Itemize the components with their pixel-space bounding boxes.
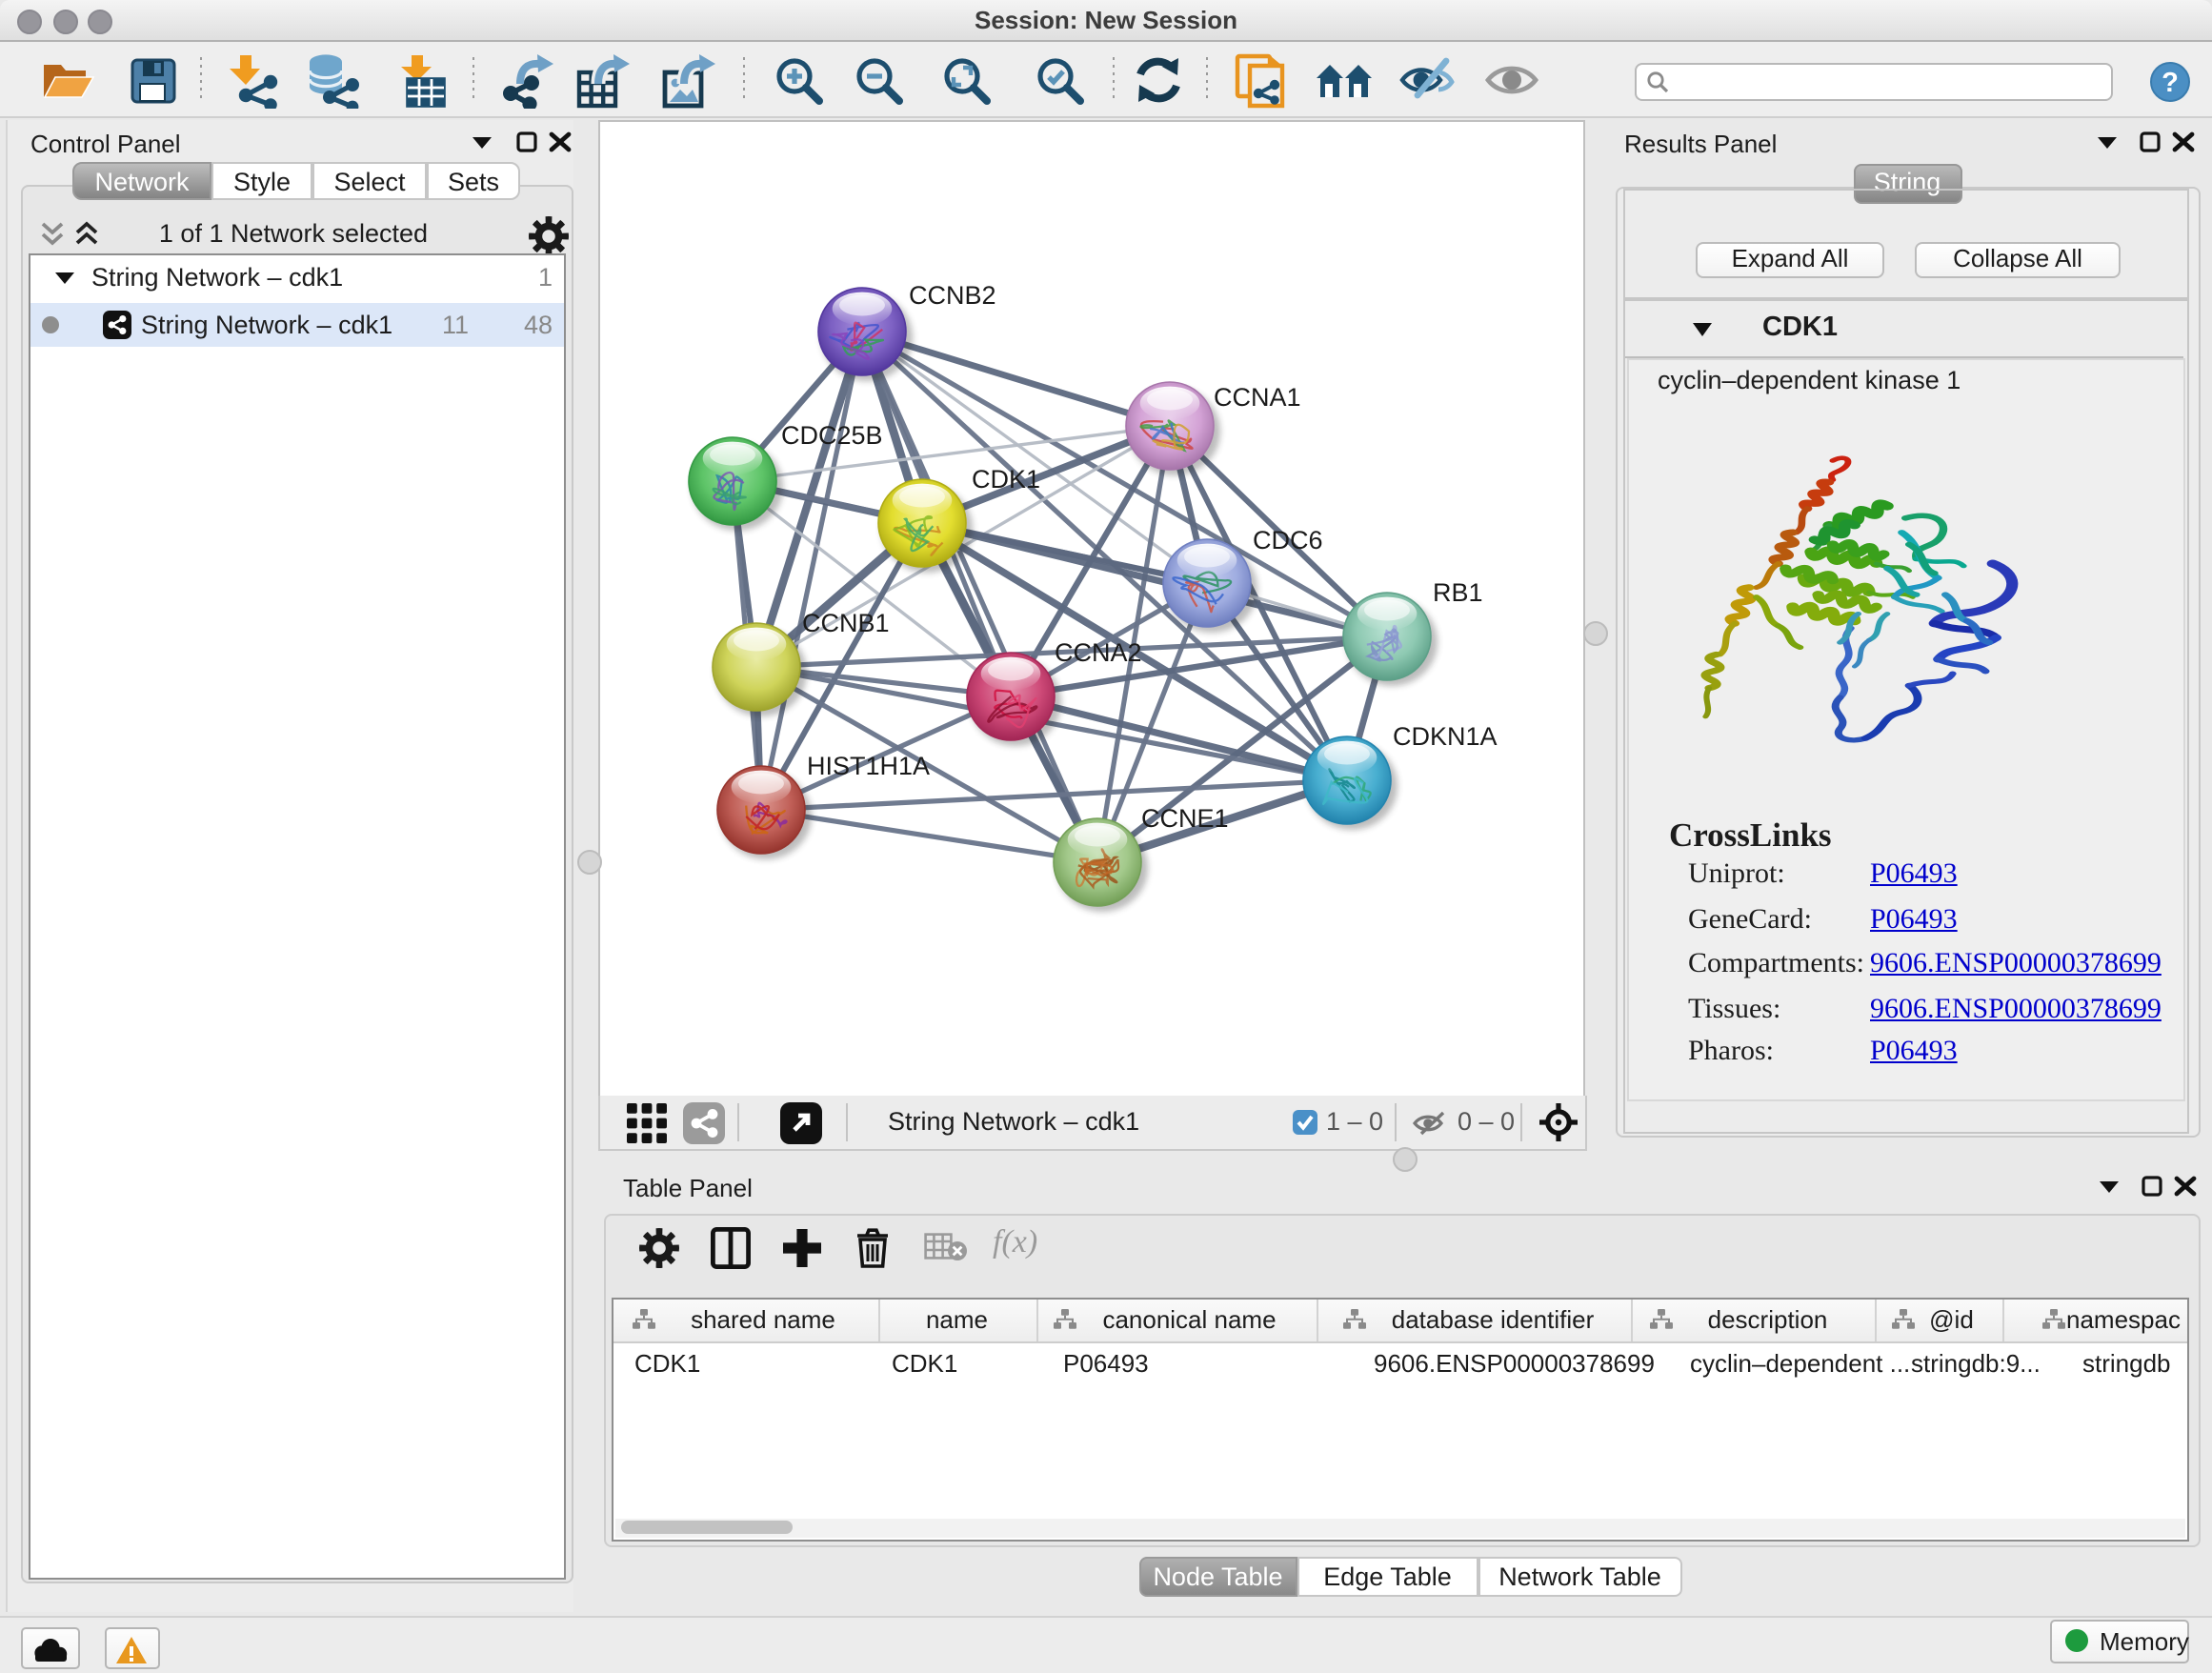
svg-text:CDKN1A: CDKN1A xyxy=(1393,722,1498,751)
svg-text:CDK1: CDK1 xyxy=(972,465,1040,494)
svg-text:?: ? xyxy=(2162,67,2179,97)
svg-text:CCNB2: CCNB2 xyxy=(909,281,996,310)
svg-text:CCNB1: CCNB1 xyxy=(802,609,890,637)
svg-text:CCNA2: CCNA2 xyxy=(1055,638,1142,667)
svg-text:RB1: RB1 xyxy=(1433,578,1483,607)
svg-text:CCNE1: CCNE1 xyxy=(1141,804,1229,833)
svg-text:CDC25B: CDC25B xyxy=(781,421,883,450)
svg-text:HIST1H1A: HIST1H1A xyxy=(807,752,930,780)
svg-text:CDC6: CDC6 xyxy=(1253,526,1323,554)
svg-text:CCNA1: CCNA1 xyxy=(1214,383,1301,412)
